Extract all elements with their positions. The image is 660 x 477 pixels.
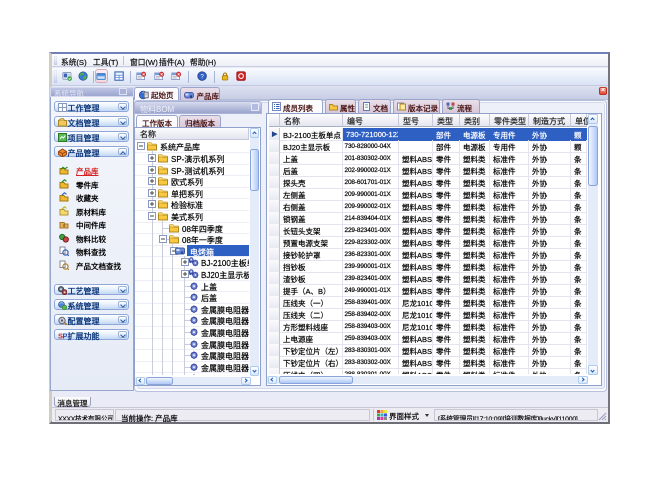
svg-text:P: P [62,332,67,341]
svg-text:a: a [63,223,66,229]
svg-text:?: ? [200,73,204,80]
